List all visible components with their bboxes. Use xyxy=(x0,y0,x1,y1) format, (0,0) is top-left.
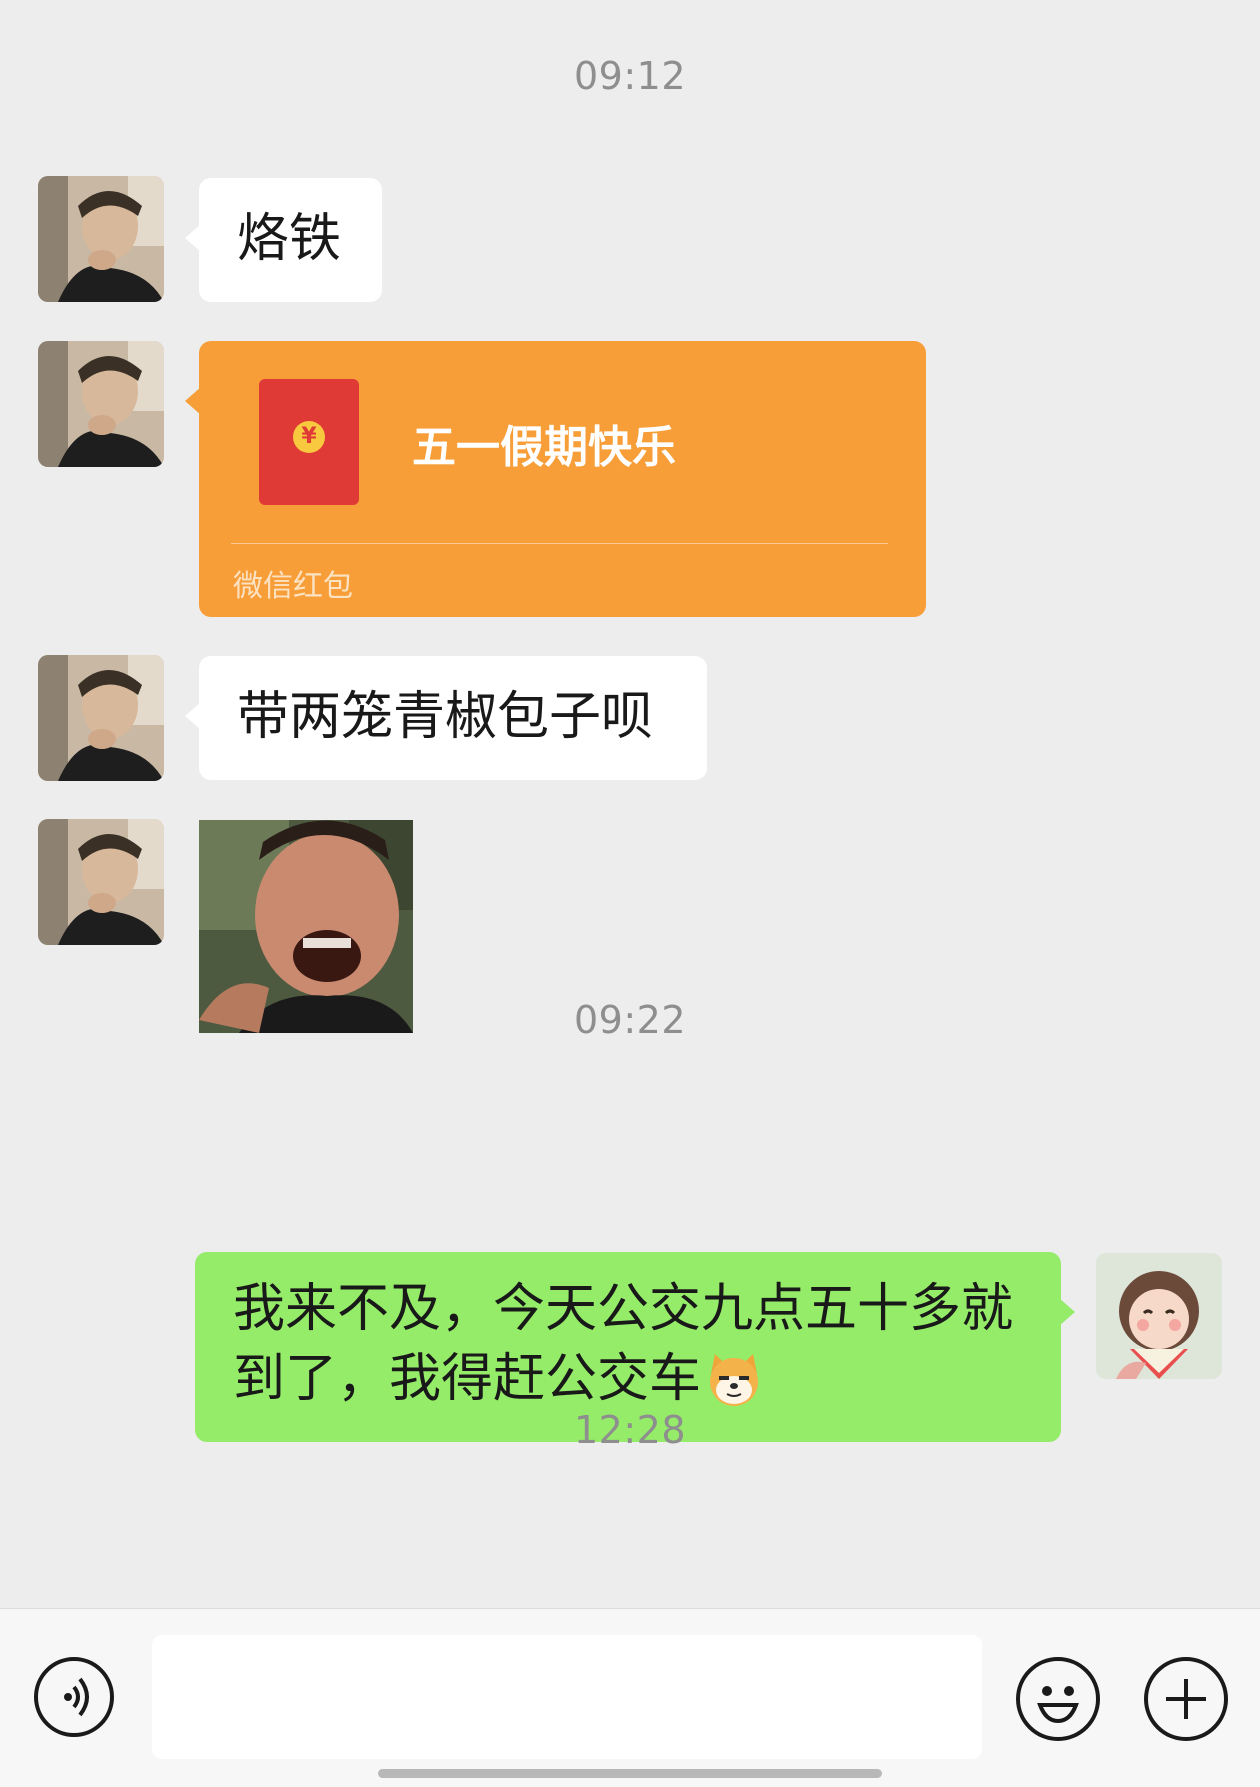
shiba-emoji-icon xyxy=(710,1354,759,1406)
voice-icon xyxy=(64,1677,89,1717)
timestamp: 09:12 xyxy=(573,54,686,98)
red-packet-message[interactable]: ¥ 五一假期快乐 微信红包 xyxy=(185,341,926,617)
avatar-photo xyxy=(38,176,164,302)
message-text-line: 我来不及，今天公交九点五十多就 xyxy=(233,1279,1014,1339)
my-avatar[interactable] xyxy=(1096,1253,1222,1379)
message-text: 烙铁 xyxy=(237,209,342,269)
voice-button[interactable] xyxy=(34,1657,114,1737)
avatar-photo xyxy=(38,819,164,945)
plus-icon xyxy=(1166,1679,1206,1719)
avatar-photo xyxy=(38,655,164,781)
message-bubble[interactable]: 烙铁 xyxy=(185,178,382,302)
chat-area[interactable]: 09:12 烙铁 ¥ 五一假期快乐 微信红包 带两笼青椒包子呗 09:22 我来… xyxy=(0,0,1260,1608)
red-envelope-icon: ¥ xyxy=(259,379,359,505)
emoji-button[interactable] xyxy=(1016,1657,1100,1741)
contact-avatar[interactable] xyxy=(38,819,164,945)
input-bar xyxy=(0,1608,1260,1787)
contact-avatar[interactable] xyxy=(38,176,164,302)
red-packet-label: 微信红包 xyxy=(233,569,353,604)
red-packet-title: 五一假期快乐 xyxy=(412,422,676,473)
avatar-photo xyxy=(1096,1253,1222,1379)
coin-icon: ¥ xyxy=(293,421,325,453)
message-bubble[interactable]: 带两笼青椒包子呗 xyxy=(185,656,707,780)
timestamp: 12:28 xyxy=(573,1408,686,1452)
contact-avatar[interactable] xyxy=(38,655,164,781)
message-input[interactable] xyxy=(152,1635,982,1759)
home-indicator[interactable] xyxy=(378,1769,882,1778)
plus-button[interactable] xyxy=(1144,1657,1228,1741)
contact-avatar[interactable] xyxy=(38,341,164,467)
emoji-icon xyxy=(1037,1686,1079,1724)
timestamp: 09:22 xyxy=(573,998,686,1042)
divider xyxy=(231,543,888,544)
message-text-line: 到了，我得赶公交车 xyxy=(233,1349,702,1409)
avatar-photo xyxy=(38,341,164,467)
message-text: 带两笼青椒包子呗 xyxy=(237,687,654,747)
